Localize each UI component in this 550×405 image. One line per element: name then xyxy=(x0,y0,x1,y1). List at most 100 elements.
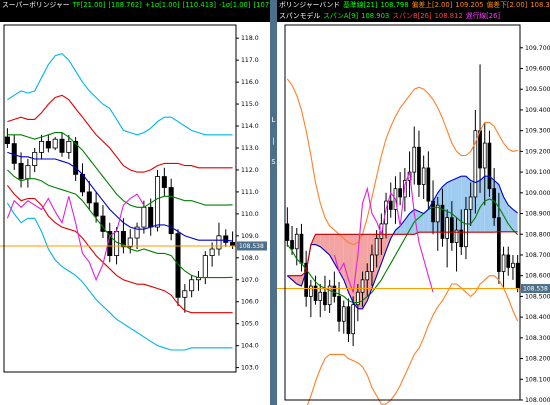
candle-up xyxy=(421,167,426,185)
y-tick-label: 117.0 xyxy=(241,57,259,64)
candle-down xyxy=(431,200,435,223)
candle-up xyxy=(351,304,356,335)
left-chart-pane[interactable]: スーパーボリンジャー TF[21.00] [108.762] +1σ[1.00] [11… xyxy=(0,0,270,405)
candle-down xyxy=(45,140,51,149)
splitter-letter: S xyxy=(271,158,276,166)
candle-down xyxy=(148,206,154,228)
y-tick-label: 108.500 xyxy=(525,293,550,300)
y-tick-label: 108.600 xyxy=(525,273,550,280)
candle-down xyxy=(487,142,492,190)
legend-entry: [108.762] xyxy=(108,1,142,9)
chart-window: スーパーボリンジャー TF[21.00] [108.762] +1σ[1.00] [11… xyxy=(0,0,550,405)
splitter-labels: L | S xyxy=(270,116,277,196)
y-tick-label: 108.000 xyxy=(525,397,550,404)
candle-down xyxy=(426,167,431,202)
legend-entry: スパンモデル xyxy=(279,12,321,20)
y-tick-label: 109.000 xyxy=(525,190,550,197)
y-tick-label: 105.0 xyxy=(241,321,259,328)
candle-up xyxy=(445,217,450,239)
pane-splitter[interactable] xyxy=(270,0,277,405)
candle-up xyxy=(52,138,58,149)
candle-up xyxy=(182,290,188,298)
candle-up xyxy=(25,165,31,180)
candle-down xyxy=(299,233,304,264)
left-chart-header: スーパーボリンジャー TF[21.00] [108.762] +1σ[1.00] [11… xyxy=(0,0,270,22)
y-tick-label: 108.0 xyxy=(241,255,259,262)
candle-down xyxy=(478,130,482,169)
y-tick-label: 109.100 xyxy=(525,169,550,176)
candle-down xyxy=(290,240,294,250)
plot-area xyxy=(4,25,236,372)
y-tick-label: 108.900 xyxy=(525,211,550,218)
right-indicator-legend-span: スパンモデル スパンA[9] 108.903 スパンB[26] 108.812 遅行線[2… xyxy=(277,11,550,22)
y-tick-label: 109.600 xyxy=(525,66,550,73)
candle-down xyxy=(223,235,229,243)
legend-entry: 108.903 xyxy=(361,12,390,20)
candle-up xyxy=(216,235,222,250)
y-tick-label: 106.0 xyxy=(241,299,259,306)
y-tick-label: 116.0 xyxy=(241,79,259,86)
y-tick-label: 112.0 xyxy=(241,167,259,174)
candle-up xyxy=(341,306,346,322)
legend-entry: [107.111] xyxy=(253,1,270,9)
candle-down xyxy=(398,188,403,198)
legend-entry: 108.812 xyxy=(434,12,463,20)
splitter-letter: L xyxy=(271,116,276,124)
y-tick-label: 113.0 xyxy=(241,145,259,152)
candle-down xyxy=(86,191,92,204)
candle-down xyxy=(515,262,520,289)
y-tick-label: 109.0 xyxy=(241,233,259,240)
candle-down xyxy=(18,162,24,180)
y-tick-label: 109.300 xyxy=(525,128,550,135)
y-tick-label: 103.0 xyxy=(241,365,259,372)
y-tick-label: 109.500 xyxy=(525,86,550,93)
y-tick-label: 118.0 xyxy=(241,35,259,42)
legend-entry: 108.798 xyxy=(380,1,409,9)
y-tick-label: 114.0 xyxy=(241,123,259,130)
current-price-label: 108.538 xyxy=(523,286,548,293)
candle-up xyxy=(141,206,147,228)
legend-entry: 偏差上[2.00] xyxy=(411,1,453,9)
legend-entry: 偏差下[2.00] xyxy=(486,1,528,9)
candle-up xyxy=(308,285,313,297)
splitter-letter: | xyxy=(271,137,276,145)
legend-entry: 基準線[21] xyxy=(343,1,378,9)
y-tick-label: 109.200 xyxy=(525,148,550,155)
y-tick-label: 104.0 xyxy=(241,343,259,350)
current-price-label: 108.538 xyxy=(239,243,264,250)
candle-up xyxy=(189,279,195,292)
candle-up xyxy=(468,196,473,210)
candle-down xyxy=(346,306,351,335)
candle-up xyxy=(209,248,215,257)
y-tick-label: 110.0 xyxy=(241,211,259,218)
right-chart-pane[interactable]: ボリンジャーバンド 基準線[21] 108.798 偏差上[2.00] 109.205 偏… xyxy=(277,0,550,405)
candle-down xyxy=(11,143,17,164)
y-tick-label: 108.100 xyxy=(525,376,550,383)
legend-entry: -1σ[1.00] xyxy=(219,1,251,9)
y-tick-label: 111.0 xyxy=(241,189,259,196)
y-tick-label: 107.0 xyxy=(241,277,259,284)
candle-down xyxy=(285,223,290,241)
candle-up xyxy=(412,146,417,173)
candle-down xyxy=(59,138,65,153)
candle-down xyxy=(323,291,327,306)
span-cloud-segment xyxy=(456,176,462,233)
right-price-chart[interactable]: 108.000 108.100 108.200 108.300 108.400 108.5… xyxy=(277,22,550,405)
right-indicator-legend-bollinger: ボリンジャーバンド 基準線[21] 108.798 偏差上[2.00] 109.205 偏… xyxy=(277,0,550,11)
candle-up xyxy=(66,140,72,153)
left-price-chart[interactable]: 103.0 104.0 105.0 106.0 107.0 108.0 109.0 110.0… xyxy=(0,22,270,405)
legend-entry: 108.380 xyxy=(530,1,550,9)
candle-up xyxy=(482,142,487,169)
candle-up xyxy=(114,231,120,257)
candle-up xyxy=(39,140,45,153)
y-tick-label: 108.700 xyxy=(525,252,550,259)
legend-entry: +1σ[1.00] xyxy=(144,1,180,9)
y-tick-label: 109.400 xyxy=(525,107,550,114)
y-tick-label: 108.200 xyxy=(525,356,550,363)
y-tick-label: 109.700 xyxy=(525,45,550,52)
legend-entry: スーパーボリンジャー xyxy=(2,1,70,9)
y-tick-label: 108.800 xyxy=(525,231,550,238)
candle-down xyxy=(449,217,454,243)
candle-down xyxy=(161,176,167,188)
candle-up xyxy=(374,237,379,256)
